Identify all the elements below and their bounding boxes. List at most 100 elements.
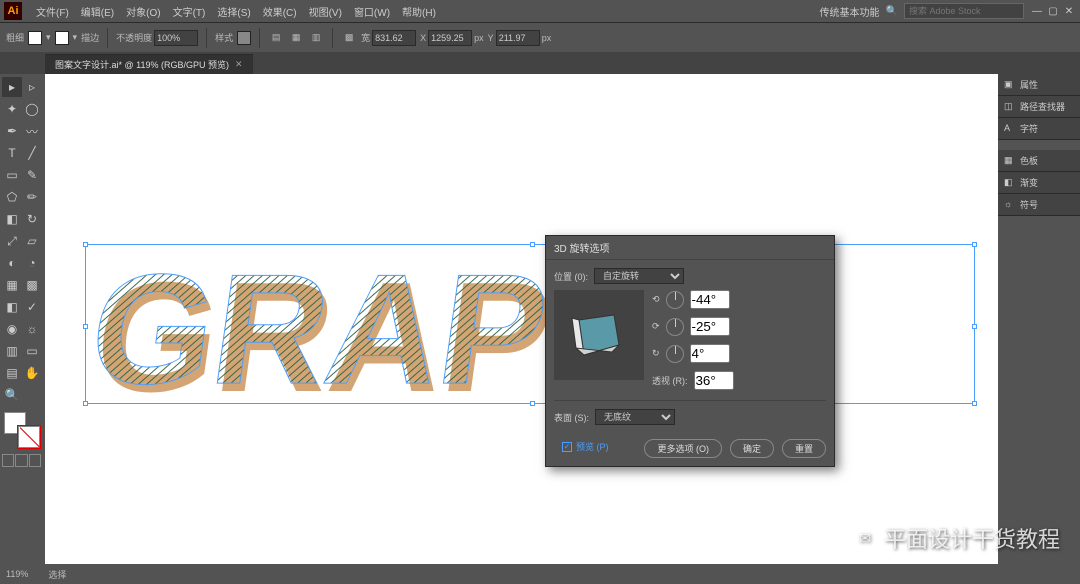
chevron-down-icon[interactable]: ▾: [46, 32, 51, 43]
menu-object[interactable]: 对象(O): [120, 4, 166, 19]
curvature-tool[interactable]: 〰: [22, 121, 42, 141]
status-tool: 选择: [48, 568, 66, 581]
direct-selection-tool[interactable]: ▹: [22, 77, 42, 97]
properties-icon: ▣: [1004, 79, 1016, 91]
shape-builder-tool[interactable]: ◔: [22, 253, 42, 273]
zoom-tool[interactable]: 🔍: [2, 385, 22, 405]
pen-tool[interactable]: ✒: [2, 121, 22, 141]
hand-tool[interactable]: ✋: [22, 363, 42, 383]
menu-file[interactable]: 文件(F): [30, 4, 75, 19]
canvas[interactable]: GRAP GRAP GRAPHIC: [45, 74, 998, 564]
menu-effect[interactable]: 效果(C): [257, 4, 303, 19]
stock-search-input[interactable]: [904, 3, 1024, 19]
lasso-tool[interactable]: ◯: [22, 99, 42, 119]
menu-help[interactable]: 帮助(H): [396, 4, 442, 19]
mesh-tool[interactable]: ▩: [22, 275, 42, 295]
panel-gradient[interactable]: ◧渐变: [998, 172, 1080, 194]
surface-label: 表面 (S):: [554, 411, 589, 424]
workspace-label[interactable]: 传统基本功能: [820, 4, 880, 19]
maximize-icon[interactable]: ▢: [1046, 4, 1060, 18]
minimize-icon[interactable]: —: [1030, 4, 1044, 18]
tab-close-icon[interactable]: ✕: [235, 59, 243, 70]
rot-y-dial[interactable]: [666, 318, 684, 336]
shaper-tool[interactable]: ⬠: [2, 187, 22, 207]
axis-icon: ⟳: [652, 321, 660, 332]
rot-y-input[interactable]: [690, 317, 730, 336]
preview-checkbox[interactable]: ✓ 预览 (P): [554, 440, 617, 457]
background-color[interactable]: [18, 426, 40, 448]
search-icon: 🔍: [886, 6, 898, 17]
menu-select[interactable]: 选择(S): [211, 4, 256, 19]
rot-x-dial[interactable]: [666, 291, 684, 309]
fill-swatch[interactable]: [28, 31, 42, 45]
unit-label: px: [474, 33, 484, 43]
opacity-label: 不透明度: [116, 31, 152, 44]
chevron-down-icon[interactable]: ▾: [73, 32, 78, 43]
eraser-tool[interactable]: ◧: [2, 209, 22, 229]
3d-rotate-dialog: 3D 旋转选项 位置 (0): 自定旋转 ⟲ ⟳ ↻ 透视 (R): 表面 (S…: [545, 235, 835, 467]
rotate-tool[interactable]: ↻: [22, 209, 42, 229]
gradient-tool[interactable]: ◧: [2, 297, 22, 317]
reset-button[interactable]: 重置: [782, 439, 826, 458]
menu-type[interactable]: 文字(T): [167, 4, 212, 19]
perspective-input[interactable]: [694, 371, 734, 390]
perspective-grid-tool[interactable]: ▦: [2, 275, 22, 295]
style-swatch[interactable]: [237, 31, 251, 45]
style-label: 样式: [215, 31, 233, 44]
more-options-button[interactable]: 更多选项 (O): [644, 439, 722, 458]
rectangle-tool[interactable]: ▭: [2, 165, 22, 185]
panel-character[interactable]: A字符: [998, 118, 1080, 140]
toolbox: ▸ ▹ ✦ ◯ ✒ 〰 T ╱ ▭ ✎ ⬠ ✏ ◧ ↻ ⤢ ▱ ◐ ◔ ▦ ▩ …: [0, 74, 45, 564]
align-right-icon[interactable]: ▥: [308, 30, 324, 46]
brush-tool[interactable]: ✎: [22, 165, 42, 185]
surface-select[interactable]: 无底纹: [595, 409, 675, 425]
menu-edit[interactable]: 编辑(E): [75, 4, 120, 19]
magic-wand-tool[interactable]: ✦: [2, 99, 22, 119]
line-tool[interactable]: ╱: [22, 143, 42, 163]
position-select[interactable]: 自定旋转: [594, 268, 684, 284]
right-panels: ▣属性 ◫路径查找器 A字符 ▦色板 ◧渐变 ☼符号: [998, 74, 1080, 564]
ok-button[interactable]: 确定: [730, 439, 774, 458]
unit-label: px: [542, 33, 552, 43]
slice-tool[interactable]: ▤: [2, 363, 22, 383]
axis-icon: ⟲: [652, 294, 660, 305]
free-transform-tool[interactable]: ◐: [2, 253, 22, 273]
width-input[interactable]: [372, 30, 416, 46]
symbol-sprayer-tool[interactable]: ☼: [22, 319, 42, 339]
stroke-label: 描边: [81, 31, 99, 44]
align-left-icon[interactable]: ▤: [268, 30, 284, 46]
gradient-icon: ◧: [1004, 177, 1016, 189]
artboard-tool[interactable]: ▭: [22, 341, 42, 361]
document-tab[interactable]: 图案文字设计.ai* @ 119% (RGB/GPU 预览) ✕: [45, 54, 253, 74]
eyedropper-tool[interactable]: ✓: [22, 297, 42, 317]
panel-pathfinder[interactable]: ◫路径查找器: [998, 96, 1080, 118]
y-input[interactable]: [496, 30, 540, 46]
panel-swatches[interactable]: ▦色板: [998, 150, 1080, 172]
x-input[interactable]: [428, 30, 472, 46]
cube-preview[interactable]: [554, 290, 644, 380]
column-graph-tool[interactable]: ▥: [2, 341, 22, 361]
menu-view[interactable]: 视图(V): [303, 4, 348, 19]
rot-z-dial[interactable]: [666, 345, 684, 363]
zoom-level[interactable]: 119%: [6, 569, 28, 579]
panel-properties[interactable]: ▣属性: [998, 74, 1080, 96]
transform-icon[interactable]: ▩: [341, 30, 357, 46]
stroke-swatch[interactable]: [55, 31, 69, 45]
menu-window[interactable]: 窗口(W): [348, 4, 396, 19]
blend-tool[interactable]: ◉: [2, 319, 22, 339]
opacity-input[interactable]: [154, 30, 198, 46]
rot-z-input[interactable]: [690, 344, 730, 363]
selection-tool[interactable]: ▸: [2, 77, 22, 97]
close-icon[interactable]: ✕: [1062, 4, 1076, 18]
pencil-tool[interactable]: ✏: [22, 187, 42, 207]
type-tool[interactable]: T: [2, 143, 22, 163]
rot-x-input[interactable]: [690, 290, 730, 309]
align-center-icon[interactable]: ▦: [288, 30, 304, 46]
color-swap[interactable]: [2, 410, 42, 450]
width-tool[interactable]: ▱: [22, 231, 42, 251]
status-bar: 119% 选择: [0, 564, 1080, 584]
panel-symbols[interactable]: ☼符号: [998, 194, 1080, 216]
character-icon: A: [1004, 123, 1016, 135]
scale-tool[interactable]: ⤢: [2, 231, 22, 251]
screen-mode-buttons[interactable]: [2, 454, 42, 467]
